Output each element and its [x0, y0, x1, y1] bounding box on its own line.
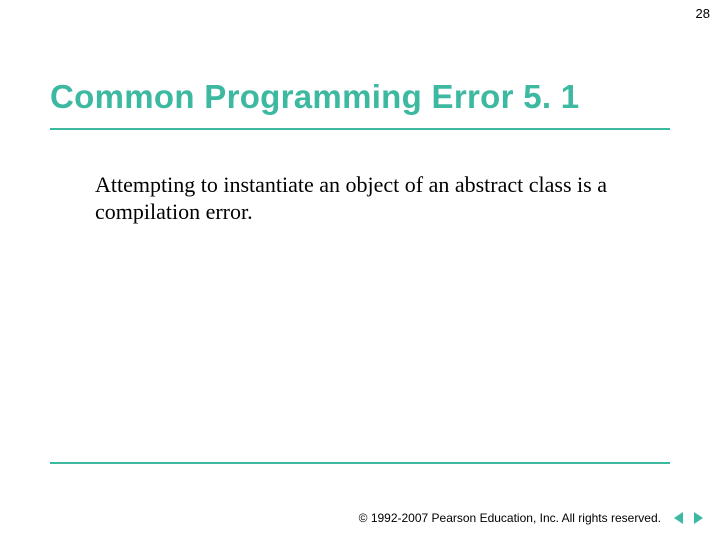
triangle-right-icon — [691, 511, 705, 525]
prev-arrow-button[interactable] — [671, 510, 687, 526]
bottom-divider — [50, 462, 670, 464]
slide-body-text: Attempting to instantiate an object of a… — [95, 172, 635, 226]
triangle-left-icon — [672, 511, 686, 525]
nav-arrows — [671, 510, 706, 526]
page-number: 28 — [696, 6, 710, 21]
title-divider — [50, 128, 670, 130]
footer: © 1992-2007 Pearson Education, Inc. All … — [359, 510, 706, 526]
next-arrow-button[interactable] — [690, 510, 706, 526]
slide-title: Common Programming Error 5. 1 — [50, 78, 579, 116]
copyright-text: © 1992-2007 Pearson Education, Inc. All … — [359, 511, 661, 525]
